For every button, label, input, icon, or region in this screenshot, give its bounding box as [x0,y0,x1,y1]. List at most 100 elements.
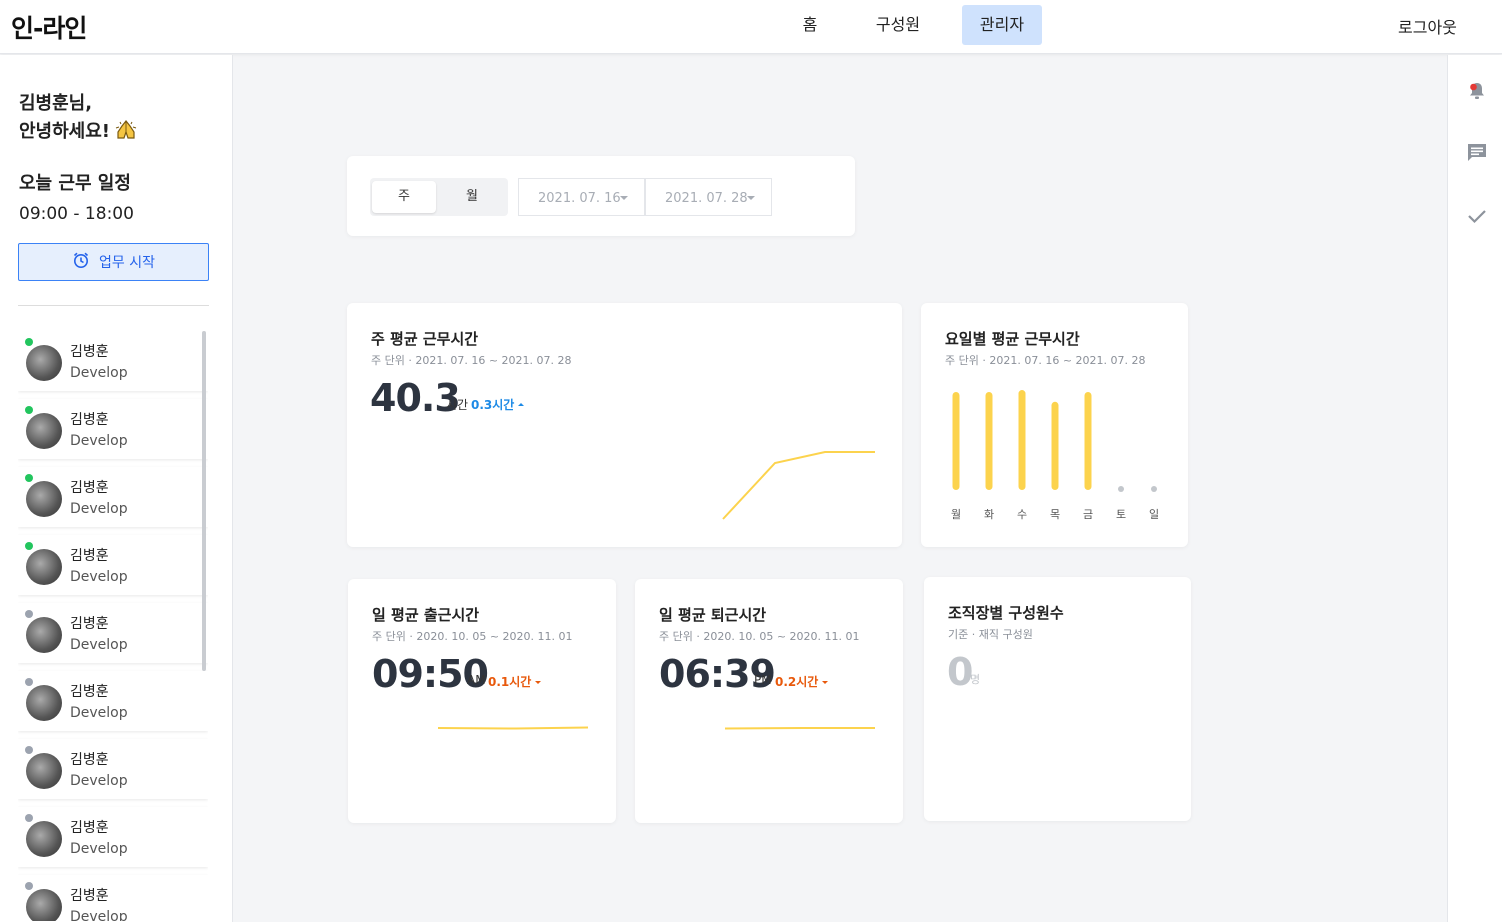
avatar [26,753,62,789]
day-bar [1018,390,1026,490]
weekly-avg-subtitle: 주 단위 · 2021. 07. 16 ~ 2021. 07. 28 [371,354,572,367]
day-bar [985,392,993,490]
org-title: 조직장별 구성원수 [948,604,1064,622]
day-bar-empty [1151,486,1157,492]
org-subtitle: 기준 · 재직 구성원 [948,628,1033,641]
daily-avg-subtitle: 주 단위 · 2021. 07. 16 ~ 2021. 07. 28 [945,354,1146,367]
chat-icon[interactable] [1466,142,1488,164]
status-dot [25,814,33,822]
member-item[interactable]: 김병훈 Develop [18,807,208,867]
arrow-up-icon [518,403,525,406]
member-item[interactable]: 김병훈 Develop [18,671,208,731]
avatar [26,685,62,721]
member-item[interactable]: 김병훈 Develop [18,535,208,595]
chevron-down-icon [620,196,628,200]
schedule-time: 09:00 - 18:00 [19,204,134,224]
arrow-down-icon [535,681,542,684]
weekly-avg-delta: 0.3시간 [471,396,525,413]
sidebar-divider [18,305,209,306]
member-item[interactable]: 김병훈 Develop [18,399,208,459]
check-icon[interactable] [1466,205,1488,227]
daily-avg-title: 요일별 평균 근무시간 [945,330,1080,348]
member-role: Develop [70,433,128,449]
status-dot [25,474,33,482]
checkout-title: 일 평균 퇴근시간 [659,606,767,624]
top-header: 인-라인 홈 구성원 관리자 로그아웃 [0,0,1502,54]
org-unit: 명 [970,673,981,686]
member-item[interactable]: 김병훈 Develop [18,739,208,799]
tab-month[interactable]: 월 [440,181,504,213]
period-toggle: 주 월 [370,178,508,216]
day-label: 화 [983,508,995,521]
nav-members[interactable]: 구성원 [866,5,930,45]
status-dot [25,678,33,686]
status-dot [25,610,33,618]
member-list: 김병훈 Develop 김병훈 Develop 김병훈 Develop 김병훈 Develop… [18,331,208,921]
weekly-avg-unit: 시간 [446,398,469,412]
day-label: 토 [1115,508,1127,521]
bell-icon[interactable] [1466,80,1488,102]
member-item[interactable]: 김병훈 Develop [18,875,208,921]
member-item[interactable]: 김병훈 Develop [18,467,208,527]
member-item[interactable]: 김병훈 Develop [18,331,208,391]
checkin-sparkline [437,726,589,730]
alarm-clock-icon [72,251,90,273]
arrow-down-icon [822,681,829,684]
member-role: Develop [70,909,128,921]
weekly-avg-title: 주 평균 근무시간 [371,330,479,348]
member-name: 김병훈 [70,752,109,768]
app-logo[interactable]: 인-라인 [11,9,87,45]
avatar [26,821,62,857]
member-role: Develop [70,705,128,721]
avatar [26,345,62,381]
member-item[interactable]: 김병훈 Develop [18,603,208,663]
member-name: 김병훈 [70,344,109,360]
member-name: 김병훈 [70,480,109,496]
checkout-subtitle: 주 단위 · 2020. 10. 05 ~ 2020. 11. 01 [659,630,860,643]
status-dot [25,882,33,890]
member-name: 김병훈 [70,412,109,428]
start-date-select[interactable]: 2021. 07. 16 [518,178,645,216]
end-date-select[interactable]: 2021. 07. 28 [645,178,772,216]
checkout-delta: 0.2시간 [775,673,829,690]
start-date-value: 2021. 07. 16 [538,191,621,206]
status-dot [25,338,33,346]
status-dot [25,542,33,550]
daily-avg-chart [952,390,1157,492]
day-label: 월 [950,508,962,521]
checkin-delta: 0.1시간 [488,673,542,690]
nav-admin[interactable]: 관리자 [962,5,1042,45]
day-label: 금 [1082,508,1094,521]
nav-home[interactable]: 홈 [786,5,834,45]
left-sidebar: 김병훈님, 안녕하세요! 오늘 근무 일정 09:00 - 18:00 업무 시… [0,55,233,922]
greeting: 김병훈님, 안녕하세요! [19,90,138,149]
avatar [26,413,62,449]
day-label: 목 [1049,508,1061,521]
logout-button[interactable]: 로그아웃 [1398,14,1457,38]
chevron-down-icon [747,196,755,200]
avatar [26,481,62,517]
tab-week[interactable]: 주 [372,181,436,213]
avatar [26,549,62,585]
member-name: 김병훈 [70,888,109,904]
status-dot [25,406,33,414]
greeting-line-2: 안녕하세요! [19,121,111,142]
greeting-line-1: 김병훈님, [19,93,93,114]
avatar [26,889,62,921]
checkin-unit: AM [467,673,486,687]
member-name: 김병훈 [70,820,109,836]
day-label: 일 [1148,508,1160,521]
day-bar [952,392,960,490]
checkin-subtitle: 주 단위 · 2020. 10. 05 ~ 2020. 11. 01 [372,630,573,643]
start-work-label: 업무 시작 [99,255,155,271]
member-list-scrollbar[interactable] [202,331,206,671]
weekly-avg-sparkline [722,451,875,520]
avatar [26,617,62,653]
checkout-sparkline [724,727,875,730]
member-role: Develop [70,365,128,381]
start-work-button[interactable]: 업무 시작 [18,243,209,281]
member-role: Develop [70,501,128,517]
right-toolbar [1447,55,1502,922]
member-role: Develop [70,637,128,653]
status-dot [25,746,33,754]
